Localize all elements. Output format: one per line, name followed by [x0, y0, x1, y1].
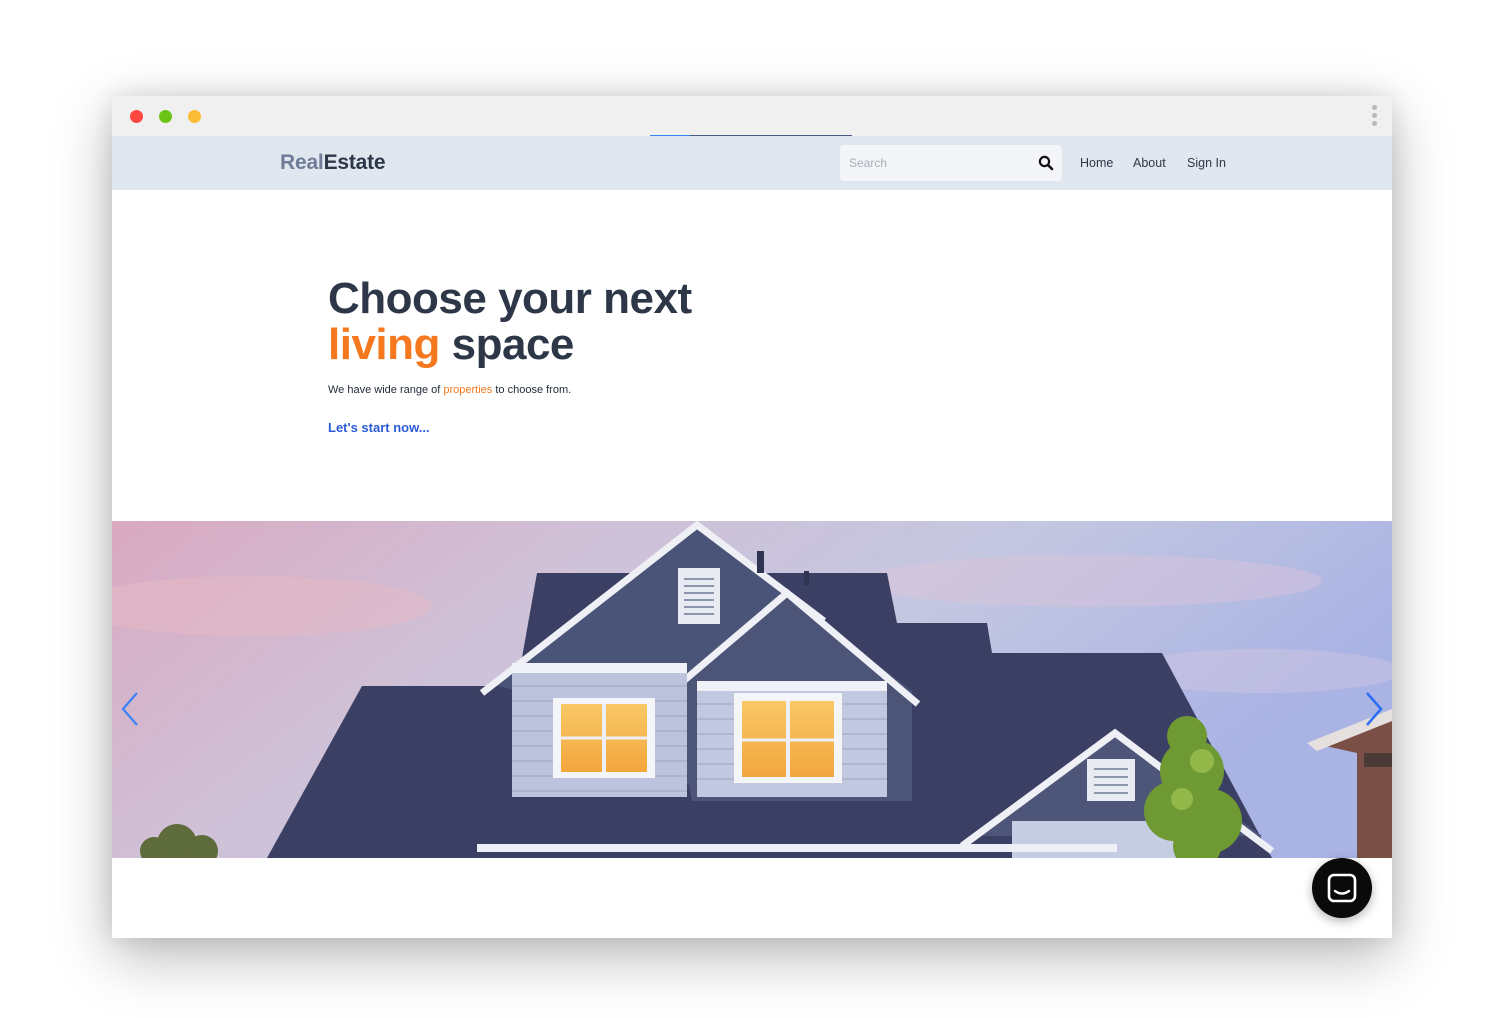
nav-home-link[interactable]: Home: [1080, 156, 1113, 170]
title-bar: [112, 96, 1392, 137]
hero-title-line1: Choose your next: [328, 274, 692, 323]
top-navbar: RealEstate Home About Sign In: [112, 136, 1392, 190]
house-photo: [112, 521, 1392, 858]
hero-subtitle-after: to choose from.: [495, 384, 572, 396]
hero-title: Choose your next living space: [328, 276, 692, 368]
kebab-menu-icon[interactable]: [1368, 105, 1380, 129]
nav-sign-in-link[interactable]: Sign In: [1187, 156, 1226, 170]
brand-logo-part-real: Real: [280, 151, 324, 174]
search-box: [840, 145, 1062, 181]
brand-logo[interactable]: RealEstate: [280, 151, 386, 175]
search-input[interactable]: [840, 145, 1030, 181]
hero-subtitle-before: We have wide range of: [328, 384, 441, 396]
hero-title-accent: living: [328, 320, 440, 369]
close-window-button[interactable]: [130, 110, 143, 123]
browser-window: RealEstate Home About Sign In Choose you…: [112, 96, 1392, 938]
chevron-left-icon[interactable]: [120, 691, 140, 727]
chat-launcher-button[interactable]: [1312, 858, 1372, 918]
nav-about-link[interactable]: About: [1133, 156, 1166, 170]
hero-carousel: [112, 521, 1392, 858]
hero-subtitle: We have wide range of properties to choo…: [328, 384, 571, 396]
chevron-right-icon[interactable]: [1364, 691, 1384, 727]
minimize-window-button[interactable]: [159, 110, 172, 123]
chat-icon: [1327, 873, 1357, 903]
maximize-window-button[interactable]: [188, 110, 201, 123]
brand-logo-part-estate: Estate: [323, 151, 386, 174]
hero-title-rest: space: [451, 320, 575, 369]
hero-subtitle-accent: properties: [443, 384, 493, 396]
cta-link[interactable]: Let's start now...: [328, 420, 430, 435]
search-icon[interactable]: [1038, 155, 1054, 171]
hero-section: Choose your next living space We have wi…: [328, 276, 692, 436]
